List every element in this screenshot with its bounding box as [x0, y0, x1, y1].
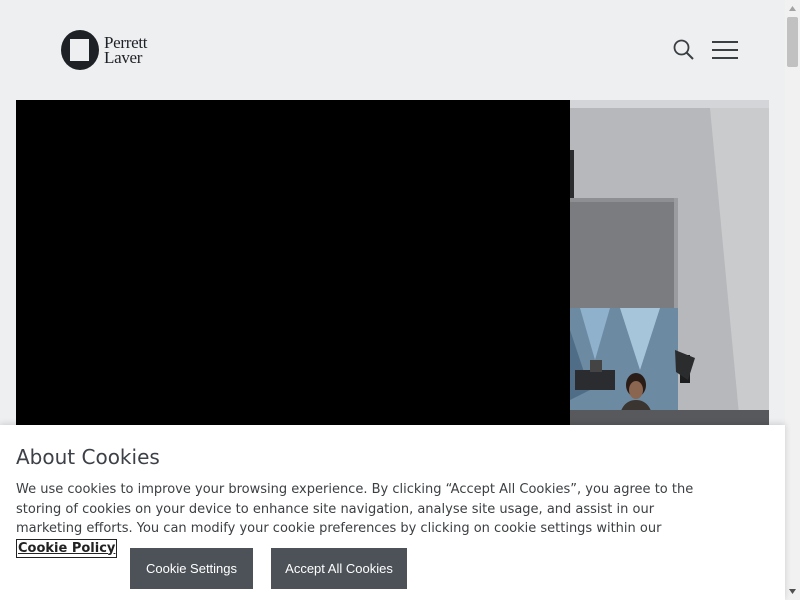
hero-image: [570, 100, 769, 425]
page-scrollbar[interactable]: [785, 0, 800, 600]
logo-mark-icon: [61, 30, 99, 70]
accept-all-cookies-button[interactable]: Accept All Cookies: [271, 548, 407, 589]
menu-button[interactable]: [712, 39, 739, 61]
perrett-laver-logo[interactable]: Perrett Laver: [60, 29, 148, 71]
cookie-banner-body: We use cookies to improve your browsing …: [16, 482, 694, 536]
cookie-policy-link[interactable]: Cookie Policy: [16, 538, 118, 558]
cookie-banner-text: We use cookies to improve your browsing …: [16, 480, 706, 558]
cookie-banner-title: About Cookies: [16, 445, 160, 469]
search-button[interactable]: [672, 38, 696, 62]
site-header: Perrett Laver: [0, 0, 785, 100]
scrollbar-thumb[interactable]: [787, 17, 798, 67]
search-icon: [673, 39, 694, 60]
cookie-settings-button[interactable]: Cookie Settings: [130, 548, 253, 589]
scroll-down-arrow-icon[interactable]: [788, 587, 797, 596]
cookie-banner: About Cookies We use cookies to improve …: [0, 425, 785, 600]
hero-video[interactable]: [16, 100, 769, 425]
logo-text-line2: Laver: [104, 48, 143, 67]
scroll-up-arrow-icon[interactable]: [788, 4, 797, 13]
logo-text: Perrett Laver: [104, 34, 148, 67]
hamburger-menu-icon: [712, 41, 738, 43]
